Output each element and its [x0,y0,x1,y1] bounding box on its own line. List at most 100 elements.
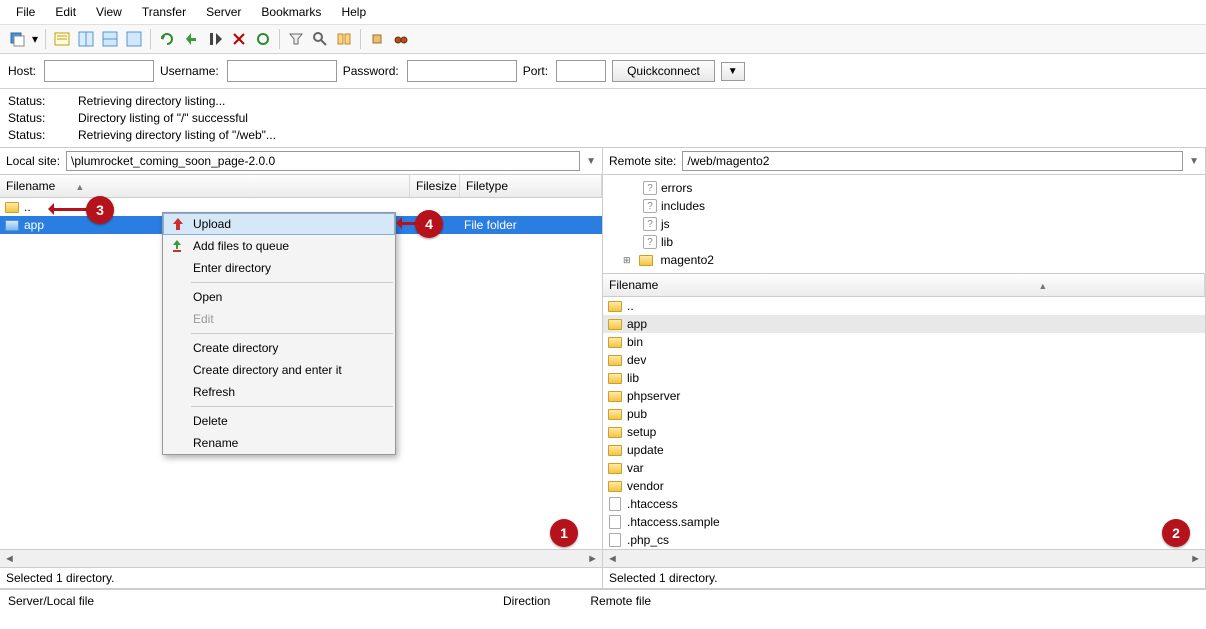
cm-enter-directory[interactable]: Enter directory [163,257,395,279]
list-item[interactable]: dev [603,351,1205,369]
cancel-icon[interactable] [204,28,226,50]
password-input[interactable] [407,60,517,82]
reconnect-icon[interactable] [252,28,274,50]
list-item[interactable]: phpserver [603,387,1205,405]
cm-rename[interactable]: Rename [163,432,395,454]
menu-bookmarks[interactable]: Bookmarks [251,3,331,21]
unknown-icon: ? [643,217,657,231]
list-item-label: .php_cs [627,533,669,547]
toolbar-separator [150,29,151,49]
toggle-transfer-icon[interactable] [123,28,145,50]
refresh-icon[interactable] [156,28,178,50]
list-item-label: update [627,443,664,457]
port-label: Port: [523,64,548,78]
annotation-badge-4: 4 [415,210,443,238]
list-item[interactable]: var [603,459,1205,477]
cm-create-enter[interactable]: Create directory and enter it [163,359,395,381]
list-item[interactable]: lib [603,369,1205,387]
remote-scrollbar[interactable]: ◄► [603,549,1205,567]
log-label: Status: [8,110,78,127]
file-icon [607,514,623,530]
list-item[interactable]: .htaccess [603,495,1205,513]
host-input[interactable] [44,60,154,82]
toggle-log-icon[interactable] [51,28,73,50]
log-message: Retrieving directory listing of "/web"..… [78,127,276,144]
site-manager-icon[interactable] [6,28,28,50]
compare-icon[interactable] [333,28,355,50]
folder-icon [607,460,623,476]
list-item[interactable]: .. [603,297,1205,315]
cm-delete[interactable]: Delete [163,410,395,432]
menu-edit[interactable]: Edit [45,3,86,21]
list-item-label: app [627,317,647,331]
filter-icon[interactable] [285,28,307,50]
list-item[interactable]: bin [603,333,1205,351]
list-item[interactable]: pub [603,405,1205,423]
remote-list-header: Filename▲ [603,274,1205,297]
sync-browse-icon[interactable] [366,28,388,50]
username-label: Username: [160,64,219,78]
menu-file[interactable]: File [6,3,45,21]
menu-server[interactable]: Server [196,3,251,21]
list-item-label: .. [627,299,634,313]
folder-icon [4,199,20,215]
disconnect-icon[interactable] [228,28,250,50]
menu-transfer[interactable]: Transfer [132,3,196,21]
folder-icon [607,424,623,440]
remote-file-list[interactable]: .. app bin dev libphpserverpubsetup update var… [603,297,1205,549]
port-input[interactable] [556,60,606,82]
list-item[interactable]: setup [603,423,1205,441]
tree-item[interactable]: ?js [643,215,1197,233]
list-item[interactable]: vendor [603,477,1205,495]
cm-create-directory[interactable]: Create directory [163,337,395,359]
col-filename[interactable]: Filename▲ [0,175,410,197]
folder-icon [607,370,623,386]
local-scrollbar[interactable]: ◄► [0,549,602,567]
local-path-input[interactable] [66,151,580,171]
remote-pane: Remote site: ▼ ?errors ?includes ?js ?li… [603,148,1206,588]
col-remote-file[interactable]: Remote file [590,594,691,608]
col-filename[interactable]: Filename▲ [603,274,1205,296]
col-direction[interactable]: Direction [503,594,590,608]
cm-upload[interactable]: Upload [163,213,395,235]
cm-add-queue[interactable]: Add files to queue [163,235,395,257]
cm-refresh[interactable]: Refresh [163,381,395,403]
binoculars-icon[interactable] [390,28,412,50]
cm-open[interactable]: Open [163,286,395,308]
remote-tree[interactable]: ?errors ?includes ?js ?lib ⊞magento2 [603,175,1205,274]
tree-item[interactable]: ⊞magento2 [623,251,1197,269]
quickconnect-button[interactable]: Quickconnect [612,60,715,82]
add-queue-icon [169,238,185,254]
dropdown-icon[interactable]: ▼ [586,156,596,167]
menu-help[interactable]: Help [331,3,376,21]
expand-icon[interactable]: ⊞ [623,254,631,268]
menu-view[interactable]: View [86,3,132,21]
list-item[interactable]: .htaccess.sample [603,513,1205,531]
menubar: File Edit View Transfer Server Bookmarks… [0,0,1206,25]
search-icon[interactable] [309,28,331,50]
folder-icon [607,316,623,332]
list-item[interactable]: .php_cs [603,531,1205,549]
list-item-label: dev [627,353,646,367]
quickconnect-dropdown[interactable]: ▼ [721,62,745,81]
remote-path-input[interactable] [682,151,1183,171]
process-queue-icon[interactable] [180,28,202,50]
col-filesize[interactable]: Filesize [410,175,460,197]
tree-item[interactable]: ?errors [643,179,1197,197]
username-input[interactable] [227,60,337,82]
list-item[interactable]: app [603,315,1205,333]
dropdown-icon[interactable]: ▼ [1189,156,1199,167]
list-item-label: .htaccess [627,497,678,511]
annotation-badge-1: 1 [550,519,578,547]
folder-icon [607,334,623,350]
folder-icon [607,388,623,404]
message-log: Status:Retrieving directory listing... S… [0,89,1206,148]
toggle-queue-icon[interactable] [99,28,121,50]
col-server-local[interactable]: Server/Local file [8,594,503,608]
site-manager-dropdown-icon[interactable]: ▾ [30,28,40,50]
list-item[interactable]: update [603,441,1205,459]
tree-item[interactable]: ?includes [643,197,1197,215]
toggle-tree-icon[interactable] [75,28,97,50]
col-filetype[interactable]: Filetype [460,175,602,197]
tree-item[interactable]: ?lib [643,233,1197,251]
